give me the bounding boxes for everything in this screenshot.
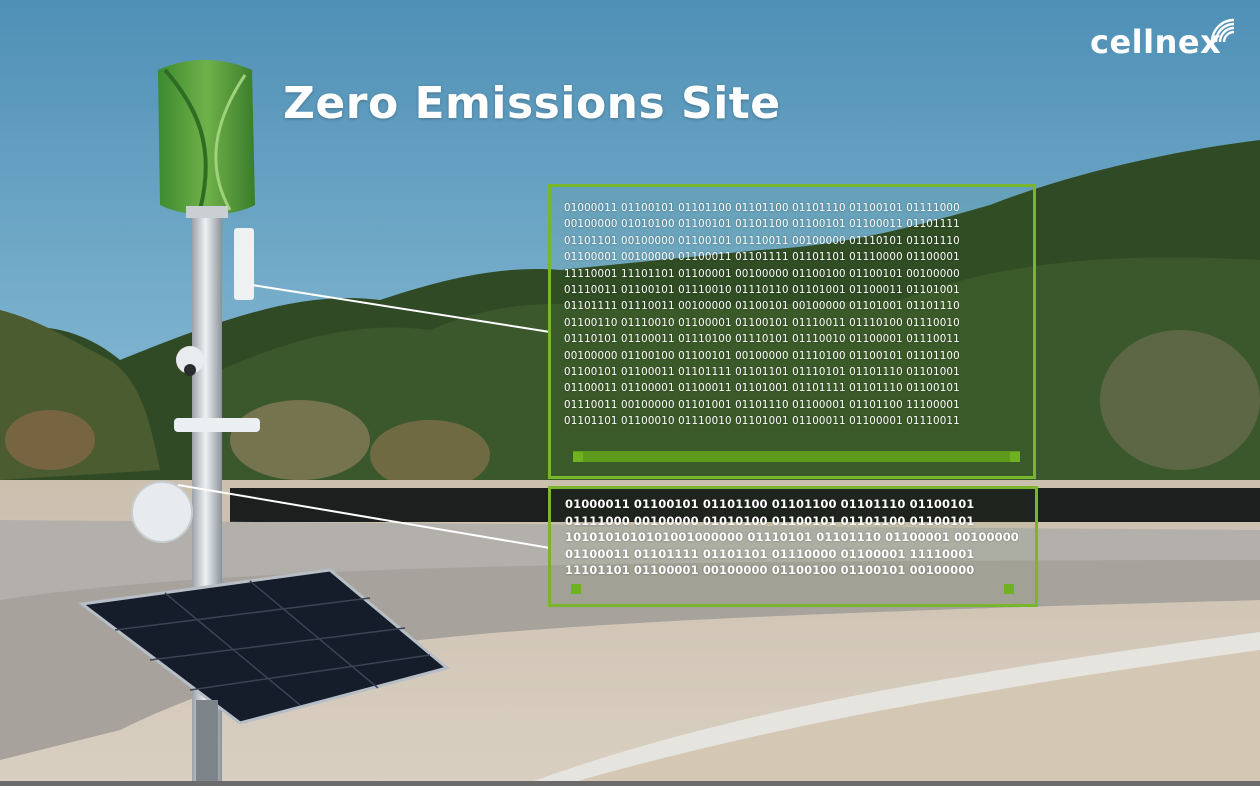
- binary-line: 01101101 01100010 01110010 01101001 0110…: [564, 415, 960, 428]
- binary-line: 1010101010101001000000 01110101 01101110…: [565, 530, 1019, 545]
- binary-line: 01100101 01100011 01101111 01101101 0111…: [564, 366, 960, 379]
- binary-line: 01101101 00100000 01100101 01110011 0010…: [564, 234, 960, 247]
- binary-line: 11101101 01100001 00100000 01100100 0110…: [565, 563, 975, 578]
- corner-marker: [1004, 584, 1014, 594]
- corner-marker: [571, 584, 581, 594]
- binary-line: 01101111 01110011 00100000 01100101 0010…: [564, 300, 960, 313]
- binary-line: 11110001 11101101 01100001 00100000 0110…: [564, 267, 960, 280]
- binary-text-top: 01000011 01100101 01101100 01101100 0110…: [564, 200, 960, 430]
- progress-bar: [573, 451, 1020, 462]
- binary-line: 01110101 01100011 01110100 01110101 0111…: [564, 333, 960, 346]
- binary-line: 01100001 00100000 01100011 01101111 0110…: [564, 251, 960, 264]
- binary-text-bottom: 01000011 01100101 01101100 01101100 0110…: [565, 496, 1019, 579]
- binary-line: 01110011 00100000 01101001 01101110 0110…: [564, 398, 960, 411]
- binary-line: 01100110 01110010 01100001 01100101 0111…: [564, 316, 960, 329]
- bottom-strip: [0, 781, 1260, 786]
- binary-line: 01110011 01100101 01110010 01110110 0110…: [564, 284, 960, 297]
- binary-line: 01100011 01100001 01100011 01101001 0110…: [564, 382, 960, 395]
- binary-line: 01000011 01100101 01101100 01101100 0110…: [564, 202, 960, 214]
- brand-logo: cellnex: [1090, 18, 1235, 62]
- corner-marker: [1010, 452, 1020, 462]
- page-title: Zero Emissions Site: [283, 78, 781, 129]
- binary-line: 00100000 01010100 01100101 01101100 0110…: [564, 218, 960, 231]
- data-panel-top: 01000011 01100101 01101100 01101100 0110…: [548, 184, 1036, 479]
- binary-line: 00100000 01100100 01100101 00100000 0111…: [564, 349, 960, 362]
- brand-name: cellnex: [1090, 23, 1222, 61]
- binary-line: 01111000 00100000 01010100 01100101 0110…: [565, 513, 975, 528]
- corner-marker: [573, 452, 583, 462]
- signal-waves-icon: [1210, 18, 1235, 43]
- data-panel-bottom: 01000011 01100101 01101100 01101100 0110…: [548, 486, 1038, 607]
- binary-line: 01000011 01100101 01101100 01101100 0110…: [565, 497, 975, 511]
- binary-line: 01100011 01101111 01101101 01110000 0110…: [565, 546, 975, 561]
